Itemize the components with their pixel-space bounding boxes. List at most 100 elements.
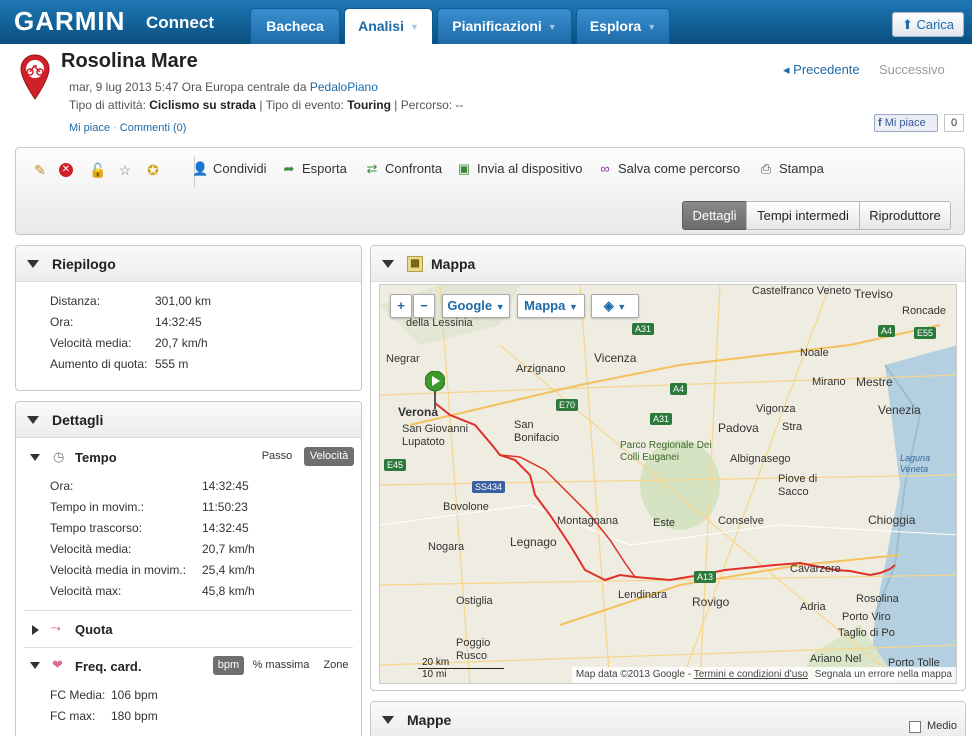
map-place-label: Vicenza (594, 351, 637, 365)
start-flag-icon (425, 371, 445, 409)
map-place-label: Montagnana (557, 515, 619, 527)
map-provider-dropdown[interactable]: Google ▼ (442, 294, 510, 318)
time-value: 14:32:45 (202, 479, 249, 493)
road-badge: E45 (384, 459, 407, 471)
summary-value: 20,7 km/h (155, 336, 208, 350)
compare-button[interactable]: ⇄ Confronta (364, 161, 443, 177)
medium-checkbox[interactable] (909, 721, 921, 733)
chevron-left-icon: ◂ (783, 62, 790, 77)
nav-tab-esplora[interactable]: Esplora ▼ (576, 8, 670, 44)
map-place-label: Nogara (428, 541, 465, 553)
map-place-label: Arzignano (516, 363, 566, 375)
summary-label: Distanza: (50, 294, 101, 308)
map-place-label: Stra (782, 421, 803, 433)
details-header[interactable]: Dettagli (16, 402, 361, 438)
chevron-down-icon: ▼ (617, 302, 627, 312)
chevron-down-icon: ▼ (547, 22, 557, 32)
expand-triangle-icon[interactable] (32, 625, 39, 635)
lock-icon[interactable]: 🔓 (89, 162, 106, 178)
share-button[interactable]: 👤 Condividi (192, 161, 266, 177)
elevation-section-title[interactable]: Quota (75, 622, 113, 637)
percent-max-toggle[interactable]: % massima (250, 656, 312, 675)
send-to-device-button[interactable]: ▣ Invia al dispositivo (456, 161, 583, 177)
edit-pencil-icon[interactable]: ✎ (32, 162, 48, 178)
map-icon: ▦ (407, 256, 423, 272)
time-label: Tempo in movim.: (50, 500, 145, 514)
delete-icon[interactable]: ✕ (59, 163, 73, 177)
chevron-down-icon: ▼ (495, 302, 505, 312)
zones-toggle[interactable]: Zone (319, 656, 353, 675)
tab-details[interactable]: Dettagli (682, 201, 747, 230)
map-place-label: Castelfranco Veneto (752, 285, 852, 297)
share-icon: 👤 (192, 161, 209, 176)
section-divider (24, 610, 353, 611)
collapse-triangle-icon[interactable] (30, 662, 40, 669)
social-links: Mi piace · Commenti (0) (69, 122, 187, 134)
upload-arrow-icon: ⬆ (901, 17, 913, 32)
author-link[interactable]: PedaloPiano (310, 80, 378, 94)
time-value: 14:32:45 (202, 521, 249, 535)
map-place-label: Cavarzere (790, 563, 841, 575)
map-layers-dropdown[interactable]: ◈ ▼ (591, 294, 639, 318)
next-activity-link[interactable]: Successivo (879, 62, 945, 77)
activity-title[interactable]: Rosolina Mare (61, 50, 198, 73)
map-header[interactable]: ▦ Mappa (371, 246, 965, 282)
road-badge: A31 (632, 323, 655, 335)
map-place-label: Porto Viro (842, 611, 891, 623)
collapse-triangle-icon[interactable] (30, 454, 40, 461)
map-place-label: Ariano Nel (810, 653, 862, 665)
speed-toggle[interactable]: Velocità (304, 447, 354, 466)
maps-header[interactable]: Mappe (371, 702, 965, 736)
report-error-link[interactable]: Segnala un errore nella mappa (814, 669, 952, 680)
print-button[interactable]: ⎙ Stampa (758, 161, 824, 177)
facebook-like-button[interactable]: f Mi piace (874, 114, 938, 132)
nav-tab-bacheca[interactable]: Bacheca (250, 8, 340, 44)
map-place-label: Vigonza (756, 403, 796, 415)
summary-header[interactable]: Riepilogo (16, 246, 361, 282)
route-map[interactable]: + − Google ▼ Mappa ▼ ◈ ▼ Castelfranco Ve… (379, 284, 957, 684)
time-label: Ora: (50, 479, 74, 493)
time-label: Velocità max: (50, 584, 122, 598)
like-link[interactable]: Mi piace (69, 122, 110, 134)
map-place-label: San Giovanni Lupatoto (402, 423, 469, 448)
zoom-in-button[interactable]: + (390, 294, 412, 318)
time-value: 11:50:23 (202, 500, 248, 514)
comments-link[interactable]: Commenti (0) (120, 122, 187, 134)
map-place-label: Venezia (878, 403, 921, 417)
export-button[interactable]: ➦ Esporta (281, 161, 347, 177)
road-badge: A31 (650, 413, 673, 425)
road-badge: A13 (694, 571, 717, 583)
map-place-label: della Lessinia (406, 317, 473, 329)
road-badge: A4 (878, 325, 896, 337)
map-place-label: Mirano (812, 376, 846, 388)
map-type-dropdown[interactable]: Mappa ▼ (517, 294, 585, 318)
pace-toggle[interactable]: Passo (260, 447, 294, 466)
previous-activity-link[interactable]: ◂ Precedente (783, 62, 860, 78)
map-place-label: Padova (718, 421, 759, 435)
tab-splits[interactable]: Tempi intermedi (746, 201, 860, 230)
zoom-out-button[interactable]: − (413, 294, 435, 318)
terms-link[interactable]: Termini e condizioni d'uso (694, 669, 808, 680)
badge-icon[interactable]: ✪ (145, 162, 161, 178)
time-label: Velocità media: (50, 542, 132, 556)
star-icon[interactable]: ☆ (117, 162, 133, 178)
chevron-down-icon: ▼ (568, 302, 578, 312)
time-section-title[interactable]: Tempo (75, 450, 117, 465)
save-as-course-button[interactable]: ∞ Salva come percorso (597, 161, 740, 176)
route-track (434, 402, 896, 582)
send-device-icon: ▣ (457, 161, 471, 176)
garmin-logo[interactable]: GARMIN (14, 6, 125, 37)
connect-logo: Connect (146, 13, 214, 32)
bpm-toggle[interactable]: bpm (213, 656, 244, 675)
heart-rate-section-title[interactable]: Freq. card. (75, 659, 141, 674)
nav-tab-analisi[interactable]: Analisi ▼ (344, 8, 433, 44)
summary-value: 14:32:45 (155, 315, 202, 329)
heart-rate-label: FC Media: (50, 688, 106, 702)
layers-icon: ◈ (603, 298, 614, 313)
road-badge: E55 (914, 327, 937, 339)
nav-tab-pianificazioni[interactable]: Pianificazioni ▼ (437, 8, 572, 44)
upload-button[interactable]: ⬆ Carica (892, 12, 964, 37)
heart-rate-label: FC max: (50, 709, 96, 723)
tab-player[interactable]: Riproduttore (859, 201, 951, 230)
map-place-label: Mestre (856, 375, 893, 389)
